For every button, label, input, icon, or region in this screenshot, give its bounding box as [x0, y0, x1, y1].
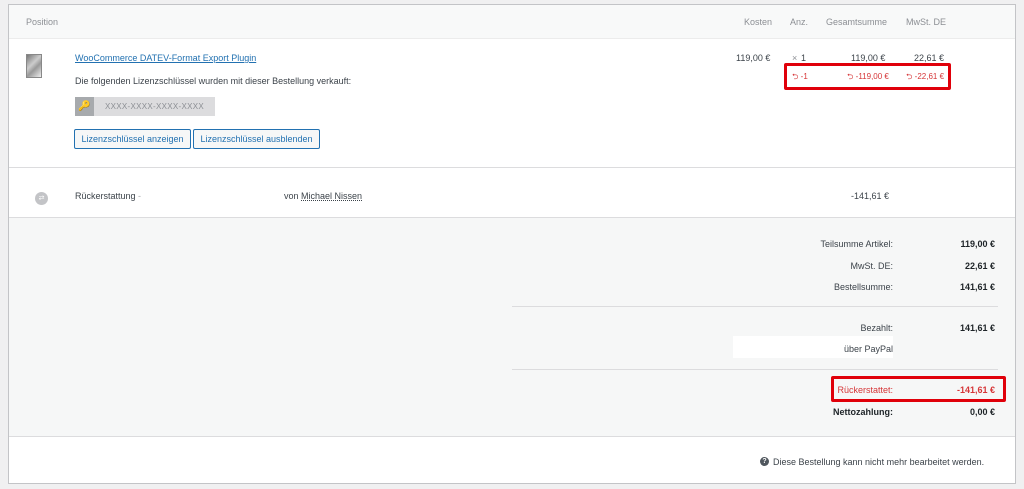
footer-note: Diese Bestellung kann nicht mehr bearbei… — [773, 457, 985, 467]
refund-row-highlight — [784, 63, 951, 90]
net-value: 0,00 € — [969, 407, 995, 417]
item-tax: 22,61 € — [914, 53, 945, 63]
col-gesamtsumme: Gesamtsumme — [826, 17, 888, 27]
order-totals: Teilsumme Artikel: 119,00 € MwSt. DE: 22… — [9, 217, 1015, 437]
license-note: Die folgenden Lizenzschlüssel wurden mit… — [75, 76, 352, 86]
col-kosten: Kosten — [744, 17, 773, 27]
order-items-panel: Position Kosten Anz. Gesamtsumme MwSt. D… — [8, 4, 1016, 484]
paid-via: über PayPal — [843, 344, 893, 354]
refund-by: von Michael Nissen — [284, 191, 363, 201]
totals-divider — [512, 306, 998, 307]
subtotal-label: Teilsumme Artikel: — [820, 239, 893, 249]
item-cost: 119,00 € — [736, 53, 771, 63]
refund-icon: ⇄ — [35, 192, 48, 205]
show-license-button[interactable]: Lizenzschlüssel anzeigen — [74, 129, 191, 149]
subtotal-value: 119,00 € — [960, 239, 995, 249]
net-label: Nettozahlung: — [833, 407, 893, 417]
items-table-header: Position Kosten Anz. Gesamtsumme MwSt. D… — [9, 5, 1015, 39]
license-key-value: XXXX-XXXX-XXXX-XXXX — [105, 102, 205, 111]
refunded-highlight — [831, 376, 1006, 402]
order-total-label: Bestellsumme: — [833, 282, 893, 292]
info-icon: ? — [760, 457, 769, 466]
refund-amount: -141,61 € — [851, 191, 890, 201]
refund-user[interactable]: Michael Nissen — [301, 191, 362, 201]
key-icon: 🔑 — [75, 97, 94, 116]
col-mwst: MwSt. DE — [906, 17, 947, 27]
totals-divider-2 — [512, 369, 998, 370]
item-divider — [9, 167, 1015, 168]
item-qty: 1 — [801, 53, 807, 63]
tax-label: MwSt. DE: — [850, 261, 893, 271]
order-total-value: 141,61 € — [959, 282, 995, 292]
paid-value: 141,61 € — [959, 323, 995, 333]
product-thumbnail[interactable] — [26, 54, 42, 78]
paid-label: Bezahlt: — [860, 323, 893, 333]
item-total: 119,00 € — [851, 53, 886, 63]
tax-value: 22,61 € — [964, 261, 995, 271]
col-position: Position — [26, 17, 59, 27]
refund-label: Rückerstattung - — [75, 191, 142, 201]
hide-license-button[interactable]: Lizenzschlüssel ausblenden — [193, 129, 320, 149]
col-anz: Anz. — [790, 17, 809, 27]
license-key-field: 🔑 XXXX-XXXX-XXXX-XXXX — [75, 97, 215, 116]
qty-symbol: × — [792, 53, 798, 63]
product-link[interactable]: WooCommerce DATEV-Format Export Plugin — [75, 53, 256, 63]
